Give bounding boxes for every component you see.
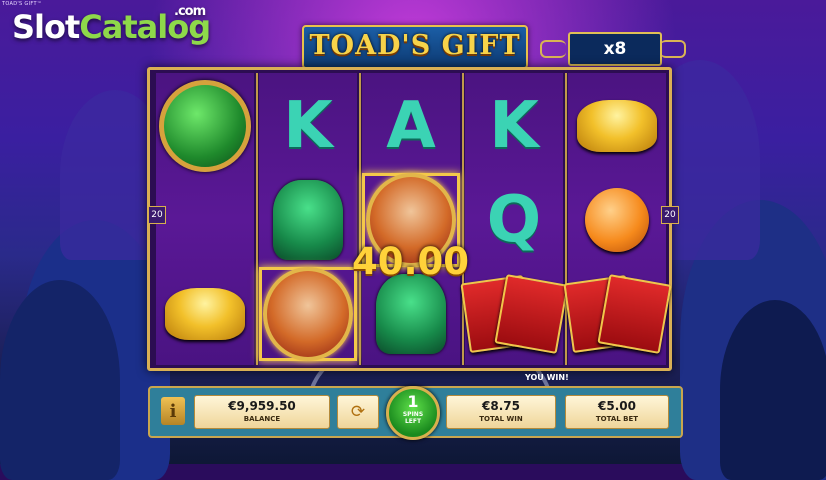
orange-icon <box>568 173 666 267</box>
reel-5 <box>563 73 672 365</box>
reel-3: A <box>362 73 460 365</box>
game-title-small: TOAD'S GIFT™ <box>2 1 43 7</box>
letter-a-icon: A <box>362 79 460 173</box>
letter-q-icon: Q <box>465 173 563 267</box>
multiplier-wing-left <box>540 40 566 58</box>
total-bet-panel[interactable]: €5.00 TOTAL BET <box>565 395 669 429</box>
spin-button[interactable]: 1 SPINS LEFT <box>386 386 440 440</box>
reel-1 <box>156 73 254 365</box>
letter-q-glyph: Q <box>486 183 542 257</box>
balance-label: BALANCE <box>243 415 281 423</box>
spins-label-line1: SPINS <box>402 411 424 418</box>
letter-k-glyph: K <box>283 89 333 163</box>
blank-cell <box>156 173 254 267</box>
reel-2: K <box>259 73 357 365</box>
left-mountain-front <box>0 280 120 480</box>
total-bet-label: TOTAL BET <box>595 415 639 423</box>
reel-divider <box>565 73 567 365</box>
paylines-badge-right: 20 <box>661 206 679 224</box>
you-win-label: YOU WIN! <box>525 373 569 382</box>
fortune-god-icon <box>259 267 357 361</box>
reel-divider <box>359 73 361 365</box>
reel-frame: K A K Q <box>147 67 672 371</box>
watermark-part1: Slot <box>12 8 80 46</box>
reel-divider <box>462 73 464 365</box>
total-win-label: TOTAL WIN <box>479 415 523 423</box>
letter-k-icon: K <box>465 79 563 173</box>
spins-label-line2: LEFT <box>404 418 422 425</box>
right-mountain-front <box>720 300 826 480</box>
multiplier-display: x8 <box>568 32 662 66</box>
game-logo-text: TOAD'S GIFT <box>309 30 521 61</box>
reel-divider <box>256 73 258 365</box>
jade-dragon-coin-icon <box>156 79 254 173</box>
gold-ingot-icon <box>568 79 666 173</box>
letter-k-icon: K <box>259 79 357 173</box>
total-win-panel: €8.75 TOTAL WIN <box>446 395 556 429</box>
total-win-value: €8.75 <box>482 399 520 413</box>
jade-lion-icon <box>259 173 357 267</box>
paylines-badge-left: 20 <box>148 206 166 224</box>
balance-value: €9,959.50 <box>228 399 296 413</box>
autoplay-button[interactable]: ⟳ <box>337 395 379 429</box>
multiplier-value: x8 <box>603 39 627 59</box>
balance-panel: €9,959.50 BALANCE <box>194 395 330 429</box>
multiplier-wing-right <box>660 40 686 58</box>
watermark-logo: SlotCatalog .com <box>12 4 211 46</box>
red-envelope-icon <box>460 267 569 361</box>
info-button[interactable]: i <box>161 397 185 425</box>
spins-count: 1 <box>407 392 419 411</box>
game-logo: TOAD'S GIFT <box>302 25 528 69</box>
letter-k-glyph: K <box>489 89 539 163</box>
refresh-icon: ⟳ <box>350 402 366 422</box>
watermark-suffix: .com <box>174 4 206 19</box>
reel-4: K Q <box>460 73 569 365</box>
letter-a-glyph: A <box>386 89 436 163</box>
gold-ingot-icon <box>156 267 254 361</box>
win-amount: 40.00 <box>352 240 470 283</box>
total-bet-value: €5.00 <box>598 399 636 413</box>
red-envelope-icon <box>563 267 672 361</box>
